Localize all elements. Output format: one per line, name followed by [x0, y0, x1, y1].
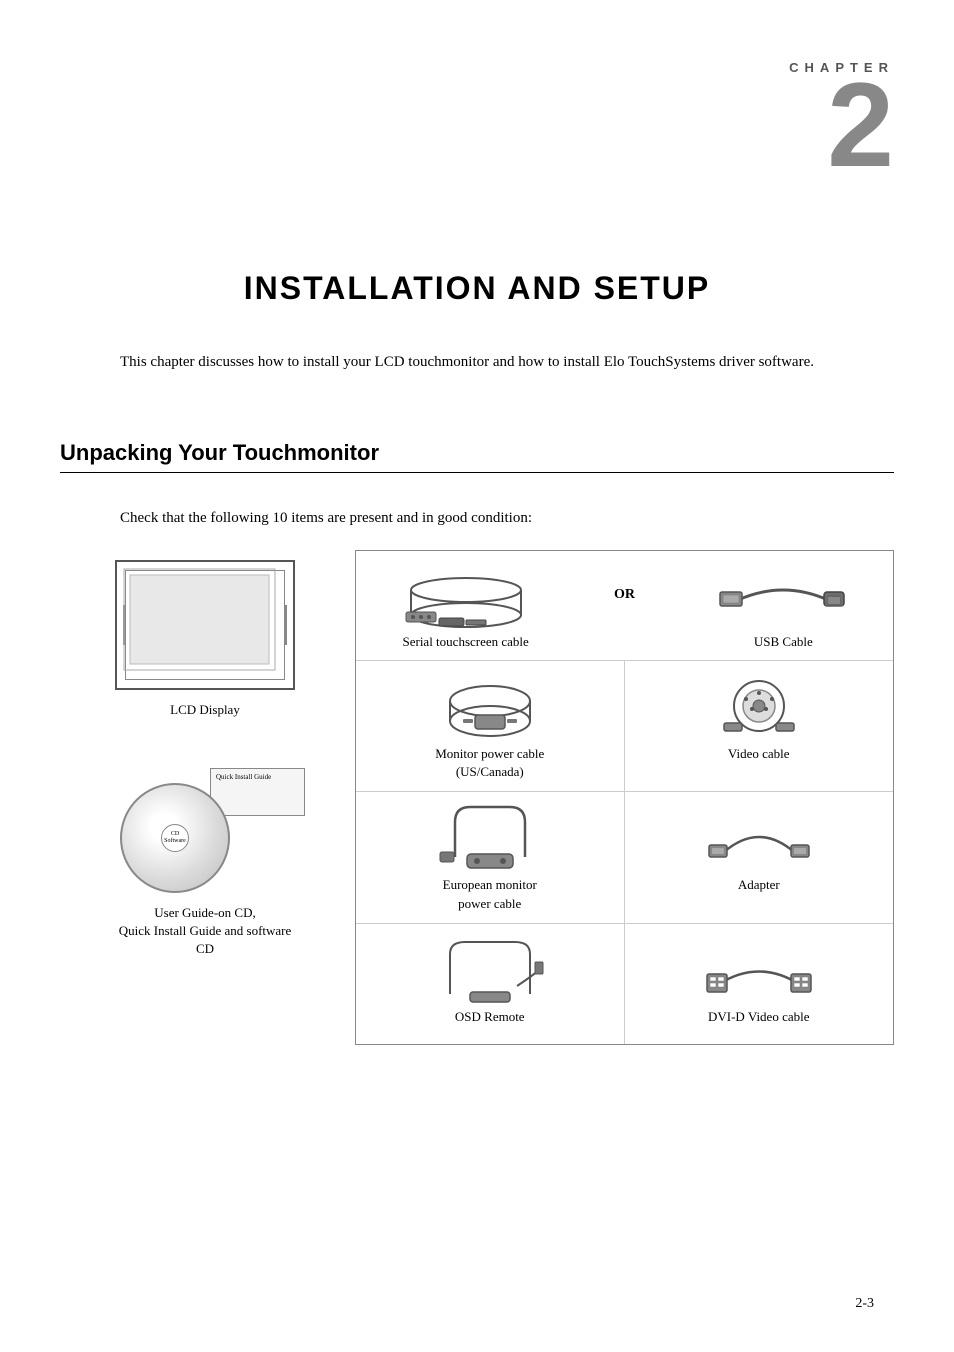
cd-label: User Guide-on CD, Quick Install Guide an…	[110, 904, 300, 959]
dvid-cable-item: DVI-D Video cable	[625, 924, 894, 1044]
osd-remote-svg	[435, 934, 545, 1004]
serial-cable-svg	[401, 570, 531, 630]
power-cable-eu-item: European monitorpower cable	[356, 792, 625, 923]
osd-remote-item: OSD Remote	[356, 924, 625, 1044]
lcd-stand-right	[284, 605, 287, 645]
page-number: 2-3	[855, 1296, 874, 1312]
intro-text: This chapter discusses how to install yo…	[120, 350, 874, 374]
cd-center-hole: CD Software	[161, 824, 189, 852]
lcd-item: LCD Display	[60, 550, 350, 718]
section-heading: Unpacking Your Touchmonitor	[60, 440, 894, 466]
page-title: Installation and Setup	[0, 270, 954, 307]
cd-circle: CD Software	[120, 783, 230, 893]
adapter-item: Adapter	[625, 792, 894, 923]
power-cable-eu-label: European monitorpower cable	[443, 876, 537, 912]
or-text: OR	[614, 587, 635, 633]
power-cable-us-item: Monitor power cable(US/Canada)	[356, 661, 625, 792]
cd-item: Quick Install Guide CD Software User Gui…	[60, 768, 350, 959]
video-cable-svg	[704, 671, 814, 741]
chapter-header: CHAPTER 2	[789, 60, 894, 185]
dvid-cable-svg	[704, 934, 814, 1004]
lcd-label: LCD Display	[170, 702, 240, 718]
chapter-number: 2	[789, 65, 894, 185]
adapter-svg	[704, 802, 814, 872]
adapter-label: Adapter	[738, 876, 780, 894]
usb-cable-item: USB Cable	[718, 570, 848, 650]
cd-icon: Quick Install Guide CD Software	[105, 768, 305, 898]
serial-cable-label: Serial touchscreen cable	[402, 634, 528, 650]
left-panel: LCD Display Quick Install Guide CD Softw…	[60, 550, 350, 959]
lcd-display-icon	[115, 560, 295, 690]
section-header: Unpacking Your Touchmonitor	[60, 440, 894, 473]
usb-cable-svg	[718, 570, 848, 630]
video-cable-label: Video cable	[728, 745, 790, 763]
power-cable-us-label: Monitor power cable(US/Canada)	[435, 745, 544, 781]
dvid-cable-label: DVI-D Video cable	[708, 1008, 810, 1026]
osd-remote-label: OSD Remote	[455, 1008, 525, 1026]
cables-row: Serial touchscreen cable OR USB Cable	[356, 551, 893, 661]
quick-install-box: Quick Install Guide	[210, 768, 305, 816]
serial-cable-item: Serial touchscreen cable	[401, 570, 531, 650]
lcd-screen-svg	[122, 567, 277, 672]
usb-cable-label: USB Cable	[754, 634, 813, 650]
power-cable-eu-svg	[435, 802, 545, 872]
power-cable-us-svg	[435, 671, 545, 741]
section-divider	[60, 472, 894, 473]
right-panel: Serial touchscreen cable OR USB Cable	[355, 550, 894, 1045]
inner-rows: Monitor power cable(US/Canada)	[356, 661, 893, 1044]
checklist-text: Check that the following 10 items are pr…	[120, 510, 532, 527]
video-cable-item: Video cable	[625, 661, 894, 792]
